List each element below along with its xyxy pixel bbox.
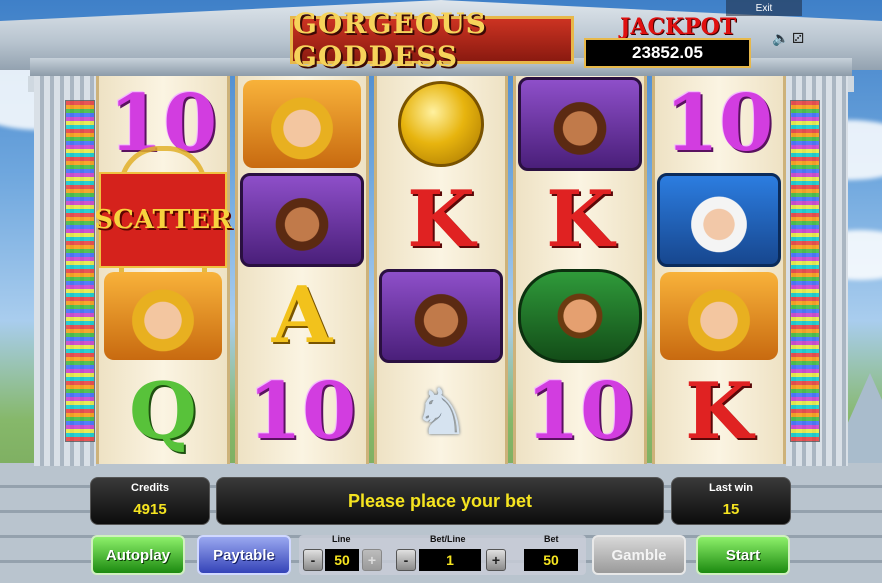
gamble-button[interactable]: Gamble	[592, 535, 686, 575]
hero-portrait	[518, 269, 642, 363]
jackpot-label: JACKPOT	[620, 14, 737, 40]
payline-indicators-left[interactable]	[65, 100, 95, 442]
speaker-icon[interactable]: 🔈	[772, 30, 789, 47]
symbol-warrior	[377, 268, 505, 364]
line-value: 50	[325, 549, 359, 571]
reel-1: 10 SCATTER Q	[94, 76, 232, 464]
symbol-pegasus: ♞	[377, 364, 505, 460]
credits-panel: Credits 4915	[90, 477, 210, 525]
symbol-warrior	[516, 76, 644, 172]
symbol-ten: 10	[247, 366, 357, 457]
symbol-hero	[516, 268, 644, 364]
last-win-value: 15	[722, 501, 740, 518]
jackpot-value: 23852.05	[584, 38, 751, 68]
symbol-ten: 10	[525, 366, 635, 457]
start-button[interactable]: Start	[696, 535, 790, 575]
symbol-goddess	[99, 268, 227, 364]
symbol-a: A	[271, 270, 333, 361]
paytable-button[interactable]: Paytable	[197, 535, 291, 575]
pegasus-icon: ♞	[412, 375, 470, 448]
symbol-k: K	[546, 174, 614, 265]
last-win-panel: Last win 15	[671, 477, 791, 525]
symbol-q: Q	[129, 366, 197, 457]
line-label: Line	[332, 534, 351, 544]
status-message: Please place your bet	[347, 490, 533, 511]
goddess-portrait	[660, 272, 778, 360]
game-title: GORGEOUS GODDESS	[290, 7, 574, 73]
reel-5: 10 K	[652, 76, 786, 464]
payline-indicators-right[interactable]	[790, 100, 820, 442]
goddess-portrait	[104, 272, 222, 360]
gold-coin-icon	[398, 81, 484, 167]
warrior-portrait	[518, 77, 642, 171]
reel-4: K 10	[513, 76, 647, 464]
warrior-portrait	[240, 173, 364, 267]
credits-value: 4915	[133, 501, 167, 518]
betline-minus-button[interactable]: -	[396, 549, 416, 571]
line-minus-button[interactable]: -	[303, 549, 323, 571]
bet-label: Bet	[544, 534, 559, 544]
symbol-coin	[377, 76, 505, 172]
symbol-k: K	[685, 366, 753, 457]
betline-label: Bet/Line	[430, 534, 466, 544]
reel-2: A 10	[235, 76, 369, 464]
scatter-symbol: SCATTER	[94, 172, 232, 268]
symbol-ten: 10	[664, 78, 774, 169]
last-win-label: Last win	[708, 482, 753, 494]
symbol-warrior	[238, 172, 366, 268]
goddess-portrait	[243, 80, 361, 168]
line-plus-button[interactable]: +	[362, 549, 382, 571]
zeus-portrait	[657, 173, 781, 267]
symbol-zeus	[655, 172, 783, 268]
betline-plus-button[interactable]: +	[486, 549, 506, 571]
symbol-goddess	[655, 268, 783, 364]
dice-icon[interactable]: ⚂	[792, 30, 804, 47]
credits-label: Credits	[131, 482, 169, 494]
symbol-goddess	[238, 76, 366, 172]
warrior-portrait	[379, 269, 503, 363]
symbol-k: K	[407, 174, 475, 265]
reel-3: K ♞	[374, 76, 508, 464]
betline-value: 1	[419, 549, 481, 571]
message-panel: Please place your bet	[216, 477, 664, 525]
exit-button[interactable]: Exit	[726, 0, 802, 16]
bet-value: 50	[524, 549, 578, 571]
autoplay-button[interactable]: Autoplay	[91, 535, 185, 575]
